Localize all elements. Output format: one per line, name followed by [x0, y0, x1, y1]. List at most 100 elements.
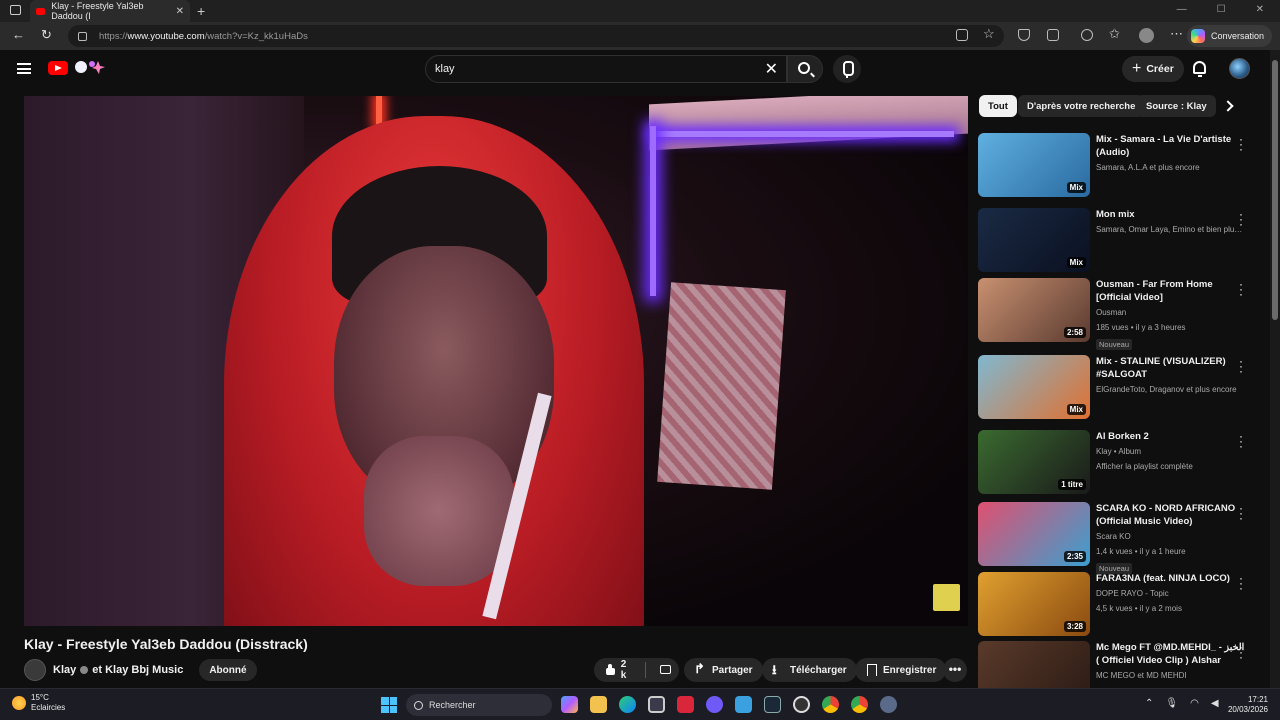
recommendation-channel[interactable]: Klay • Album	[1096, 445, 1246, 458]
new-tab-icon[interactable]: +	[197, 3, 205, 19]
photos-icon[interactable]	[735, 696, 752, 713]
subscribed-button[interactable]: Abonné	[199, 659, 257, 681]
store-icon[interactable]	[648, 696, 665, 713]
close-tab-icon[interactable]: ✕	[176, 6, 184, 17]
steam-icon[interactable]	[764, 696, 781, 713]
refresh-icon[interactable]: ↻	[41, 27, 52, 43]
video-thumbnail[interactable]: 2:58	[978, 278, 1090, 342]
like-icon[interactable]	[604, 664, 615, 676]
recommendation-title[interactable]: Al Borken 2	[1096, 430, 1246, 443]
edge-icon[interactable]	[619, 696, 636, 713]
recommendation-item[interactable]: 1 titre Al Borken 2 Klay • Album Affiche…	[978, 430, 1260, 496]
chevron-up-icon[interactable]: ⌃	[1145, 698, 1153, 709]
recommendation-item[interactable]: 2:58 Ousman - Far From Home [Official Vi…	[978, 278, 1260, 350]
maximize-icon[interactable]: ☐	[1217, 4, 1226, 15]
volume-icon[interactable]: ◀	[1211, 698, 1219, 709]
recommendation-item[interactable]: 3:28 FARA3NA (feat. NINJA LOCO) DOPE RAY…	[978, 572, 1260, 638]
like-count[interactable]: 2 k	[621, 659, 634, 681]
notifications-bell-icon[interactable]	[1193, 61, 1206, 77]
scrollbar-thumb[interactable]	[1272, 60, 1278, 320]
more-options-icon[interactable]: · · ·	[1236, 572, 1246, 594]
save-button[interactable]: Enregistrer	[855, 658, 947, 682]
recommendation-channel[interactable]: Samara, Omar Laya, Emino et bien plus e.…	[1096, 223, 1246, 236]
more-options-icon[interactable]: · · ·	[1236, 133, 1246, 155]
recommendation-title[interactable]: Mc Mego FT @MD.MEHDI_ - الخبز ( Officiel…	[1096, 641, 1246, 667]
recommendation-title[interactable]: Mon mix	[1096, 208, 1246, 221]
address-bar[interactable]: https://www.youtube.com/watch?v=Kz_kk1uH…	[68, 25, 1004, 47]
minimize-icon[interactable]: —	[1177, 4, 1187, 15]
chip-related-search[interactable]: D'après votre recherche	[1018, 95, 1145, 117]
create-button[interactable]: + Créer	[1122, 56, 1184, 82]
performance-icon[interactable]	[1081, 29, 1093, 41]
windows-start-icon[interactable]	[381, 697, 397, 713]
more-options-icon[interactable]: · · ·	[1236, 430, 1246, 452]
page-scrollbar[interactable]	[1270, 50, 1280, 688]
video-thumbnail[interactable]: Mix	[978, 133, 1090, 197]
recommendation-item[interactable]: Mix Mix - Samara - La Vie D'artiste (Aud…	[978, 133, 1260, 199]
tab-actions-icon[interactable]	[10, 5, 21, 15]
favorites-icon[interactable]: ✩	[1109, 26, 1121, 41]
app-red-icon[interactable]	[677, 696, 694, 713]
more-options-icon[interactable]: · · ·	[1236, 502, 1246, 524]
recommendation-title[interactable]: Mix - Samara - La Vie D'artiste (Audio)	[1096, 133, 1246, 159]
menu-icon[interactable]	[17, 63, 31, 74]
taskbar-search[interactable]: Rechercher	[406, 694, 552, 716]
recommendation-channel[interactable]: MC MEGO et MD MEHDI	[1096, 669, 1246, 682]
share-button[interactable]: Partager	[684, 658, 763, 682]
more-options-icon[interactable]: · · ·	[1236, 641, 1246, 663]
site-info-icon[interactable]	[78, 31, 87, 41]
settings-gear-icon[interactable]	[880, 696, 897, 713]
github-icon[interactable]	[793, 696, 810, 713]
doodle-sparkle-icon[interactable]	[72, 58, 106, 76]
recommendation-channel[interactable]: Ousman	[1096, 306, 1246, 319]
video-thumbnail[interactable]: 2:35	[978, 502, 1090, 566]
channel-name[interactable]: Klay	[53, 664, 76, 676]
file-explorer-icon[interactable]	[590, 696, 607, 713]
channel-collab[interactable]: et Klay Bbj Music	[92, 664, 183, 676]
more-options-icon[interactable]: · · ·	[1236, 208, 1246, 230]
settings-more-icon[interactable]: ⋯	[1170, 26, 1183, 42]
chip-all[interactable]: Tout	[979, 95, 1017, 117]
video-thumbnail[interactable]: 3:28	[978, 572, 1090, 636]
video-player[interactable]	[24, 96, 968, 626]
recommendation-title[interactable]: FARA3NA (feat. NINJA LOCO)	[1096, 572, 1246, 585]
wifi-icon[interactable]: ◠	[1190, 698, 1199, 709]
favorite-star-icon[interactable]: ☆	[983, 26, 995, 41]
video-thumbnail[interactable]: Mix	[978, 208, 1090, 272]
chrome-icon[interactable]	[822, 696, 839, 713]
clock[interactable]: 17:21 20/03/2026	[1228, 695, 1268, 715]
dislike-icon[interactable]	[658, 664, 671, 676]
recommendation-title[interactable]: SCARA KO - NORD AFRICANO (Official Music…	[1096, 502, 1246, 528]
messenger-icon[interactable]	[706, 696, 723, 713]
chrome-profile-icon[interactable]	[851, 696, 868, 713]
more-actions-button[interactable]: •••	[943, 658, 967, 682]
recommendation-channel[interactable]: Scara KO	[1096, 530, 1246, 543]
user-avatar[interactable]	[1229, 58, 1250, 79]
clear-search-icon[interactable]: ✕	[765, 59, 778, 79]
recommendation-channel[interactable]: Samara, A.L.A et plus encore	[1096, 161, 1246, 174]
back-icon[interactable]: ←	[12, 27, 25, 42]
profile-avatar[interactable]	[1139, 28, 1154, 43]
video-thumbnail[interactable]: Mix	[978, 355, 1090, 419]
chip-source-klay[interactable]: Source : Klay	[1137, 95, 1216, 117]
search-input[interactable]: klay ✕	[425, 55, 787, 83]
search-button[interactable]	[787, 55, 823, 83]
channel-watermark[interactable]	[933, 584, 960, 611]
download-button[interactable]: Télécharger	[762, 658, 857, 683]
close-window-icon[interactable]: ✕	[1256, 4, 1264, 15]
channel-avatar[interactable]	[24, 659, 46, 681]
chevron-right-icon[interactable]	[1222, 100, 1234, 112]
recommendation-channel[interactable]: ElGrandeToto, Draganov et plus encore	[1096, 383, 1246, 396]
extensions-icon[interactable]	[1047, 29, 1059, 41]
recommendation-item[interactable]: Mix Mix - STALINE (VISUALIZER) #SALGOAT …	[978, 355, 1260, 421]
app-available-icon[interactable]	[956, 29, 968, 41]
shield-icon[interactable]	[1018, 29, 1030, 41]
copilot-app-icon[interactable]	[561, 696, 578, 713]
weather-widget[interactable]: 15°C Eclaircies	[12, 693, 65, 713]
browser-tab[interactable]: Klay - Freestyle Yal3eb Daddou (I ✕	[30, 0, 190, 22]
recommendation-channel[interactable]: DOPE RAYO - Topic	[1096, 587, 1246, 600]
youtube-logo[interactable]	[48, 61, 68, 75]
more-options-icon[interactable]: · · ·	[1236, 278, 1246, 300]
more-options-icon[interactable]: · · ·	[1236, 355, 1246, 377]
recommendation-item[interactable]: Mix Mon mix Samara, Omar Laya, Emino et …	[978, 208, 1260, 274]
